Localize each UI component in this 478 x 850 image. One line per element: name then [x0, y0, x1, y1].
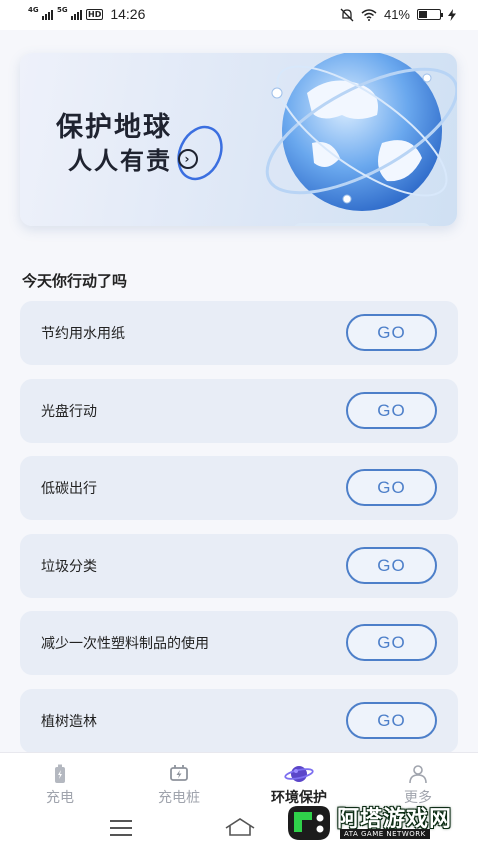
battery-level-fill	[419, 11, 428, 18]
action-label: 垃圾分类	[41, 559, 97, 575]
menu-icon[interactable]	[110, 820, 132, 841]
wifi-icon	[361, 8, 377, 21]
globe-icon	[265, 53, 457, 226]
banner-subtitle: 人人有责	[68, 147, 172, 175]
charging-pile-icon	[170, 765, 188, 781]
action-card[interactable]: 低碳出行 GO	[20, 456, 458, 520]
network-type-1: 4G	[28, 6, 39, 14]
battery-icon	[55, 764, 65, 783]
watermark-subtext: ATA GAME NETWORK	[340, 829, 430, 839]
action-card[interactable]: 节约用水用纸 GO	[20, 301, 458, 365]
tab-label: 充电桩	[158, 790, 200, 806]
action-label: 植树造林	[41, 714, 97, 730]
status-bar: 4G 5G HD 14:26 41%	[0, 0, 478, 30]
network-type-2: 5G	[57, 6, 68, 14]
tab-charge[interactable]: 充电	[20, 763, 100, 807]
go-button[interactable]: GO	[346, 547, 437, 584]
planet-icon	[284, 766, 314, 782]
battery-percent: 41%	[383, 7, 410, 22]
arrow-right-icon[interactable]: ›	[178, 148, 198, 169]
watermark: 阿塔游戏网 ATA GAME NETWORK	[280, 796, 478, 850]
go-button[interactable]: GO	[346, 469, 437, 506]
signal-icon: 4G	[28, 6, 53, 20]
action-label: 减少一次性塑料制品的使用	[41, 636, 209, 652]
action-card[interactable]: 植树造林 GO	[20, 689, 458, 753]
go-button[interactable]: GO	[346, 702, 437, 739]
go-button[interactable]: GO	[346, 624, 437, 661]
status-right: 41%	[340, 7, 456, 22]
signal-icon-2: 5G	[57, 6, 82, 20]
action-card[interactable]: 光盘行动 GO	[20, 379, 458, 443]
home-icon[interactable]	[224, 816, 256, 838]
gamepad-logo-icon	[288, 806, 330, 840]
banner-subtitle-row: 人人有责 ›	[68, 141, 198, 176]
charging-bolt-icon	[448, 8, 456, 21]
banner-title: 保护地球	[56, 112, 172, 143]
user-icon	[409, 765, 427, 784]
action-card[interactable]: 垃圾分类 GO	[20, 534, 458, 598]
mute-icon	[340, 8, 354, 21]
action-label: 光盘行动	[41, 404, 97, 420]
earth-protection-banner[interactable]: 保护地球 人人有责 ›	[20, 53, 457, 226]
battery-icon	[417, 9, 443, 20]
go-button[interactable]: GO	[346, 314, 437, 351]
hd-badge: HD	[86, 8, 104, 20]
action-label: 节约用水用纸	[41, 326, 125, 342]
action-label: 低碳出行	[41, 481, 97, 497]
tab-charging-pile[interactable]: 充电桩	[139, 763, 219, 807]
action-card[interactable]: 减少一次性塑料制品的使用 GO	[20, 611, 458, 675]
section-title: 今天你行动了吗	[22, 272, 128, 290]
go-button[interactable]: GO	[346, 392, 437, 429]
status-left: 4G 5G HD 14:26	[28, 6, 145, 22]
status-time: 14:26	[110, 6, 146, 22]
tab-label: 充电	[46, 790, 74, 806]
